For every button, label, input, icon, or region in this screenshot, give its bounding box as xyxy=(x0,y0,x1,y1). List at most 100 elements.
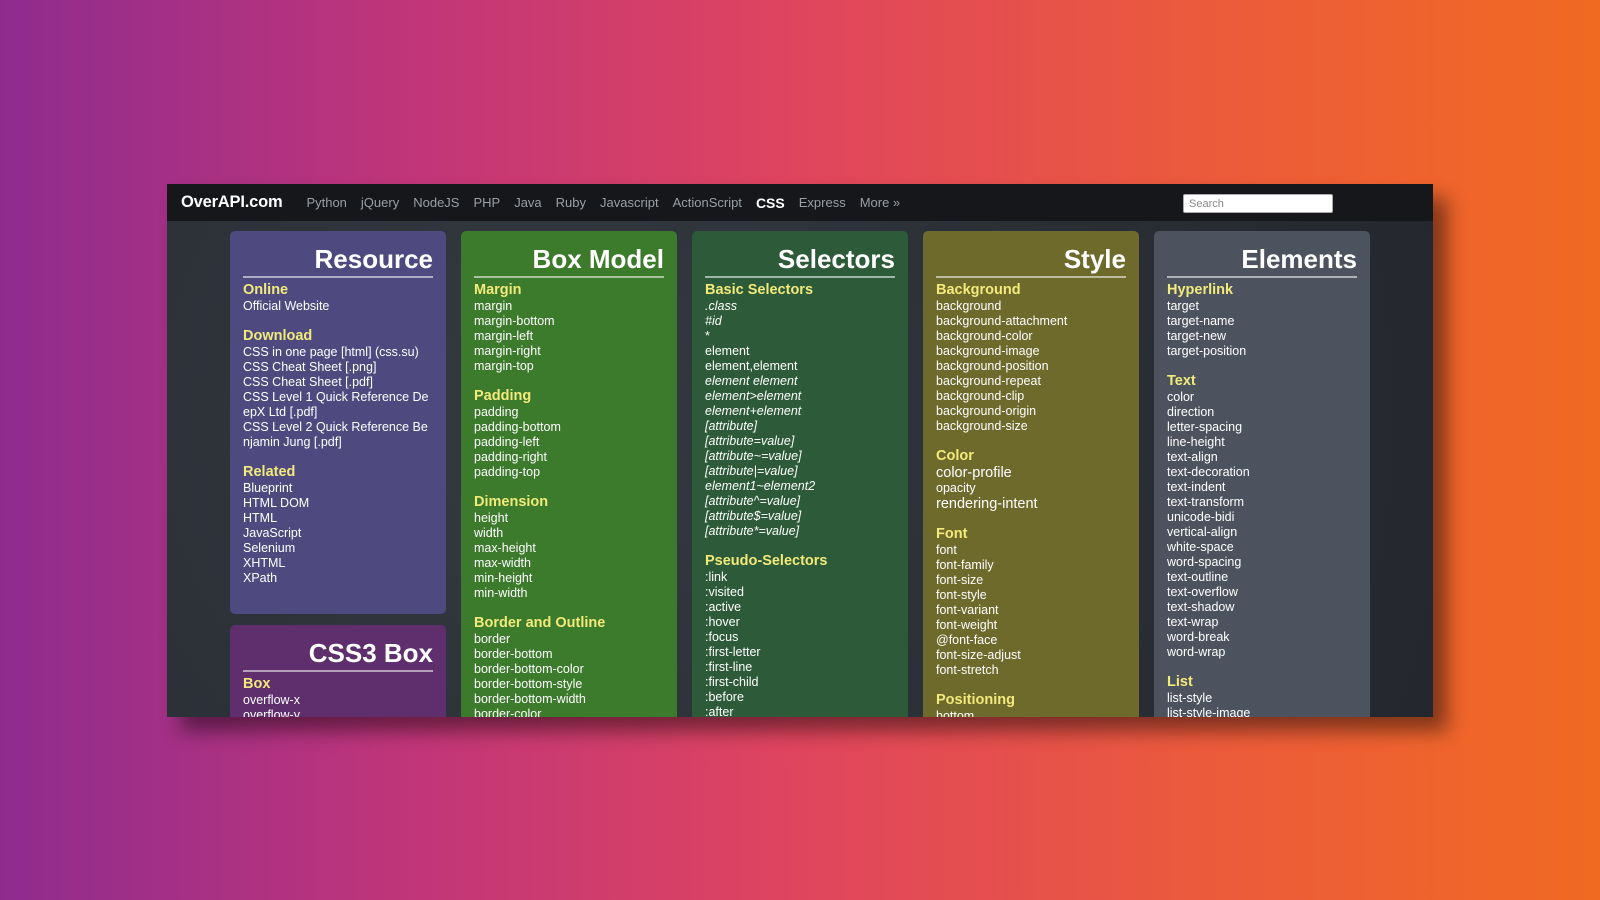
cheatsheet-link[interactable]: :first-line xyxy=(705,660,895,675)
cheatsheet-link[interactable]: line-height xyxy=(1167,435,1357,450)
cheatsheet-link[interactable]: :before xyxy=(705,690,895,705)
cheatsheet-link[interactable]: border-bottom-color xyxy=(474,662,664,677)
cheatsheet-link[interactable]: font-style xyxy=(936,588,1126,603)
cheatsheet-link[interactable]: font-weight xyxy=(936,618,1126,633)
cheatsheet-link[interactable]: border-bottom-width xyxy=(474,692,664,707)
cheatsheet-link[interactable]: background xyxy=(936,299,1126,314)
cheatsheet-link[interactable]: #id xyxy=(705,314,895,329)
cheatsheet-link[interactable]: word-wrap xyxy=(1167,645,1357,660)
cheatsheet-link[interactable]: [attribute*=value] xyxy=(705,524,895,539)
cheatsheet-link[interactable]: * xyxy=(705,329,895,344)
cheatsheet-link[interactable]: CSS Level 2 Quick Reference Benjamin Jun… xyxy=(243,420,433,450)
cheatsheet-link[interactable]: overflow-y xyxy=(243,708,433,717)
cheatsheet-link[interactable]: :active xyxy=(705,600,895,615)
nav-more[interactable]: More » xyxy=(860,195,900,210)
cheatsheet-link[interactable]: padding xyxy=(474,405,664,420)
cheatsheet-link[interactable]: rendering-intent xyxy=(936,496,1126,512)
cheatsheet-link[interactable]: bottom xyxy=(936,709,1126,717)
cheatsheet-link[interactable]: color-profile xyxy=(936,465,1126,481)
cheatsheet-link[interactable]: [attribute=value] xyxy=(705,434,895,449)
cheatsheet-link[interactable]: background-repeat xyxy=(936,374,1126,389)
cheatsheet-link[interactable]: @font-face xyxy=(936,633,1126,648)
cheatsheet-link[interactable]: font-family xyxy=(936,558,1126,573)
cheatsheet-link[interactable]: border-bottom-style xyxy=(474,677,664,692)
cheatsheet-link[interactable]: CSS Cheat Sheet [.pdf] xyxy=(243,375,433,390)
cheatsheet-link[interactable]: Blueprint xyxy=(243,481,433,496)
cheatsheet-link[interactable]: background-position xyxy=(936,359,1126,374)
cheatsheet-link[interactable]: min-width xyxy=(474,586,664,601)
cheatsheet-link[interactable]: list-style-image xyxy=(1167,706,1357,717)
cheatsheet-link[interactable]: element1~element2 xyxy=(705,479,895,494)
cheatsheet-link[interactable]: max-width xyxy=(474,556,664,571)
cheatsheet-link[interactable]: padding-right xyxy=(474,450,664,465)
cheatsheet-link[interactable]: [attribute^=value] xyxy=(705,494,895,509)
cheatsheet-link[interactable]: direction xyxy=(1167,405,1357,420)
cheatsheet-link[interactable]: background-origin xyxy=(936,404,1126,419)
cheatsheet-link[interactable]: font-stretch xyxy=(936,663,1126,678)
cheatsheet-link[interactable]: font-variant xyxy=(936,603,1126,618)
cheatsheet-link[interactable]: background-clip xyxy=(936,389,1126,404)
cheatsheet-link[interactable]: font-size xyxy=(936,573,1126,588)
cheatsheet-link[interactable]: text-shadow xyxy=(1167,600,1357,615)
nav-actionscript[interactable]: ActionScript xyxy=(673,195,742,210)
cheatsheet-link[interactable]: target xyxy=(1167,299,1357,314)
cheatsheet-link[interactable]: height xyxy=(474,511,664,526)
cheatsheet-link[interactable]: text-outline xyxy=(1167,570,1357,585)
cheatsheet-link[interactable]: background-size xyxy=(936,419,1126,434)
nav-java[interactable]: Java xyxy=(514,195,541,210)
cheatsheet-link[interactable]: CSS in one page [html] (css.su) xyxy=(243,345,433,360)
cheatsheet-link[interactable]: text-transform xyxy=(1167,495,1357,510)
cheatsheet-link[interactable]: opacity xyxy=(936,481,1126,496)
nav-jquery[interactable]: jQuery xyxy=(361,195,399,210)
cheatsheet-link[interactable]: margin-top xyxy=(474,359,664,374)
nav-python[interactable]: Python xyxy=(306,195,346,210)
cheatsheet-link[interactable]: XHTML xyxy=(243,556,433,571)
nav-php[interactable]: PHP xyxy=(473,195,500,210)
cheatsheet-link[interactable]: HTML DOM xyxy=(243,496,433,511)
cheatsheet-link[interactable]: padding-left xyxy=(474,435,664,450)
cheatsheet-link[interactable]: width xyxy=(474,526,664,541)
cheatsheet-link[interactable]: target-position xyxy=(1167,344,1357,359)
cheatsheet-link[interactable]: list-style xyxy=(1167,691,1357,706)
cheatsheet-link[interactable]: border-color xyxy=(474,707,664,717)
cheatsheet-link[interactable]: text-decoration xyxy=(1167,465,1357,480)
cheatsheet-link[interactable]: HTML xyxy=(243,511,433,526)
cheatsheet-link[interactable]: element,element xyxy=(705,359,895,374)
cheatsheet-link[interactable]: vertical-align xyxy=(1167,525,1357,540)
nav-javascript[interactable]: Javascript xyxy=(600,195,659,210)
cheatsheet-link[interactable]: CSS Level 1 Quick Reference DeepX Ltd [.… xyxy=(243,390,433,420)
cheatsheet-link[interactable]: :focus xyxy=(705,630,895,645)
cheatsheet-link[interactable]: element xyxy=(705,344,895,359)
cheatsheet-link[interactable]: min-height xyxy=(474,571,664,586)
cheatsheet-link[interactable]: element>element xyxy=(705,389,895,404)
cheatsheet-link[interactable]: font xyxy=(936,543,1126,558)
cheatsheet-link[interactable]: overflow-x xyxy=(243,693,433,708)
cheatsheet-link[interactable]: JavaScript xyxy=(243,526,433,541)
cheatsheet-link[interactable]: target-new xyxy=(1167,329,1357,344)
cheatsheet-link[interactable]: [attribute~=value] xyxy=(705,449,895,464)
cheatsheet-link[interactable]: margin-left xyxy=(474,329,664,344)
cheatsheet-link[interactable]: target-name xyxy=(1167,314,1357,329)
cheatsheet-link[interactable]: :hover xyxy=(705,615,895,630)
cheatsheet-link[interactable]: element element xyxy=(705,374,895,389)
cheatsheet-link[interactable]: background-color xyxy=(936,329,1126,344)
cheatsheet-link[interactable]: [attribute|=value] xyxy=(705,464,895,479)
cheatsheet-link[interactable]: padding-bottom xyxy=(474,420,664,435)
cheatsheet-link[interactable]: word-spacing xyxy=(1167,555,1357,570)
cheatsheet-link[interactable]: text-wrap xyxy=(1167,615,1357,630)
cheatsheet-link[interactable]: unicode-bidi xyxy=(1167,510,1357,525)
cheatsheet-link[interactable]: :after xyxy=(705,705,895,717)
cheatsheet-link[interactable]: :link xyxy=(705,570,895,585)
cheatsheet-link[interactable]: .class xyxy=(705,299,895,314)
cheatsheet-link[interactable]: white-space xyxy=(1167,540,1357,555)
cheatsheet-link[interactable]: letter-spacing xyxy=(1167,420,1357,435)
nav-css[interactable]: CSS xyxy=(756,195,785,211)
cheatsheet-link[interactable]: text-overflow xyxy=(1167,585,1357,600)
site-logo[interactable]: OverAPI.com xyxy=(181,193,283,212)
nav-nodejs[interactable]: NodeJS xyxy=(413,195,459,210)
cheatsheet-link[interactable]: :first-child xyxy=(705,675,895,690)
cheatsheet-link[interactable]: [attribute] xyxy=(705,419,895,434)
cheatsheet-link[interactable]: margin-bottom xyxy=(474,314,664,329)
cheatsheet-link[interactable]: background-image xyxy=(936,344,1126,359)
cheatsheet-link[interactable]: element+element xyxy=(705,404,895,419)
